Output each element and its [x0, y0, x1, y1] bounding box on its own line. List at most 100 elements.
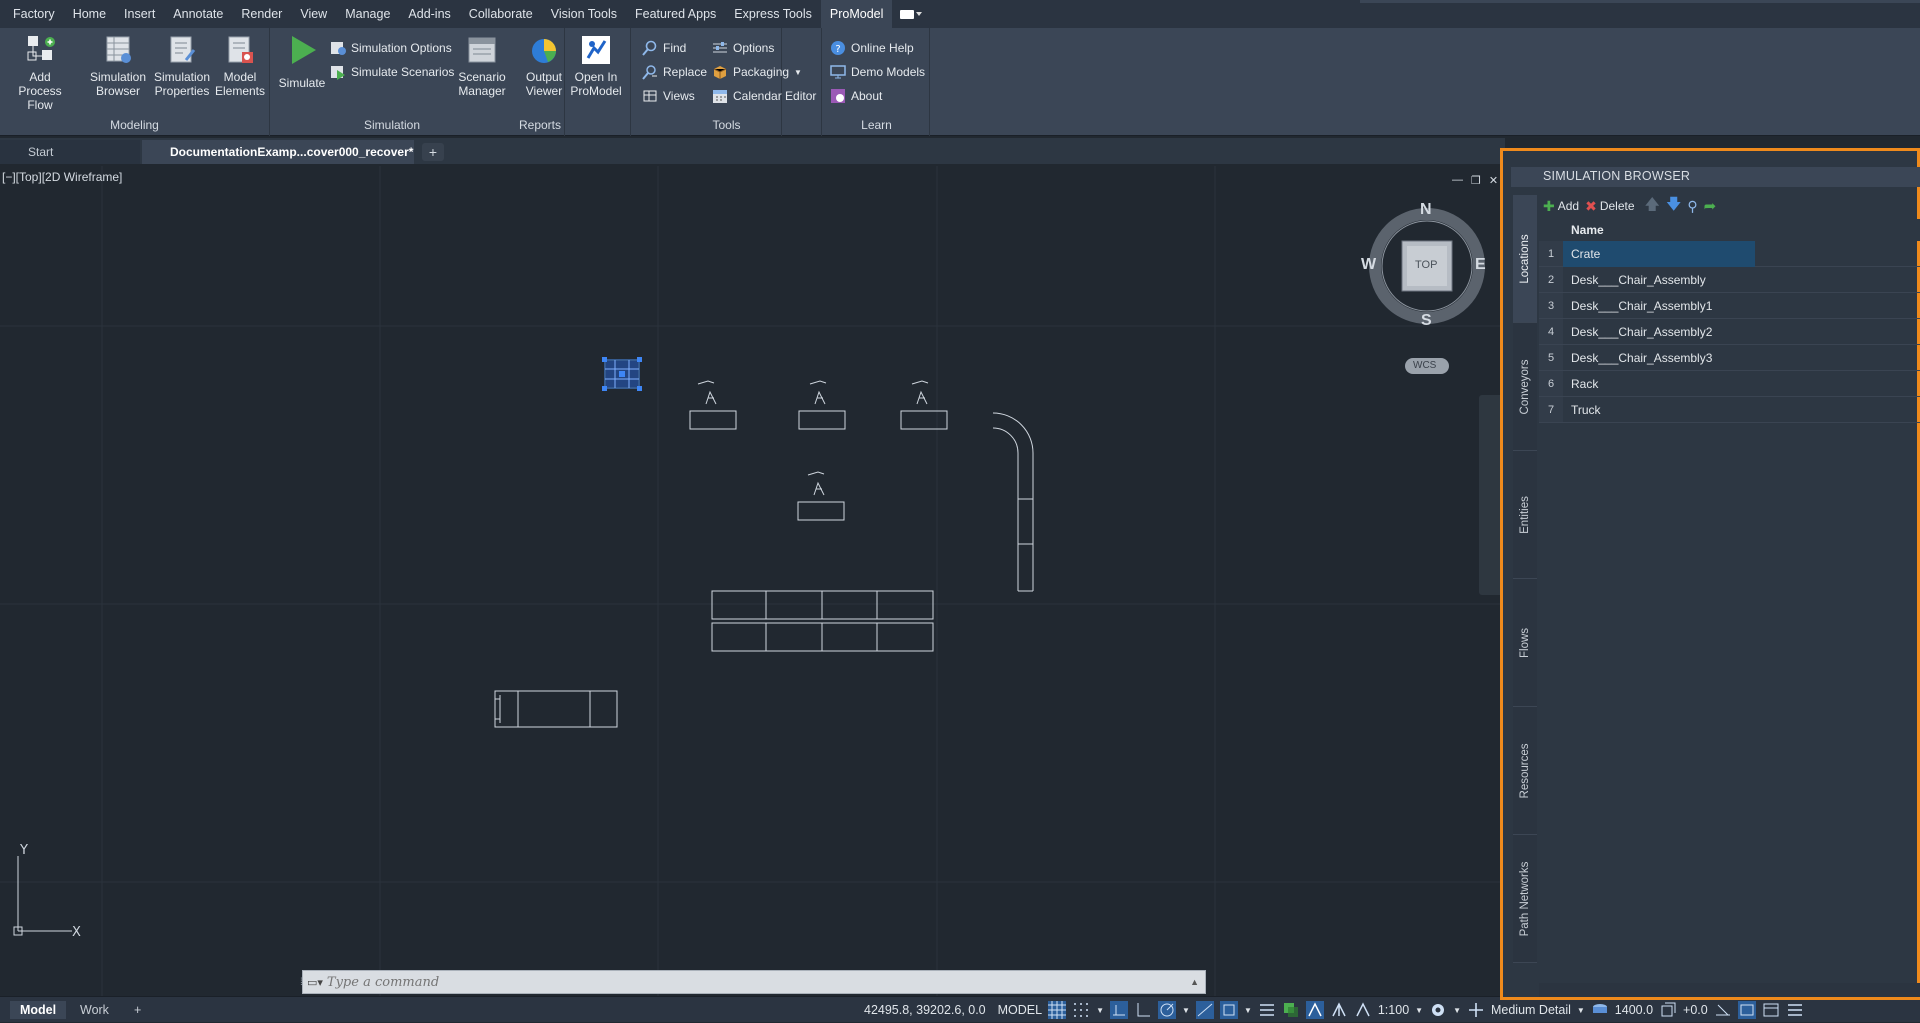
- tab-featured-apps[interactable]: Featured Apps: [626, 0, 725, 28]
- infer-constraints-icon[interactable]: [1110, 1001, 1129, 1019]
- annotation-scale-icon[interactable]: [1354, 1001, 1372, 1019]
- viewcube-top-face[interactable]: TOP: [1415, 259, 1437, 271]
- tab-start[interactable]: Start: [0, 140, 140, 164]
- offset-icon[interactable]: [1659, 1001, 1677, 1019]
- tab-render[interactable]: Render: [232, 0, 291, 28]
- table-row[interactable]: 6 Rack: [1539, 371, 1920, 397]
- grid-icon[interactable]: [1048, 1001, 1067, 1019]
- viewport-controls-label[interactable]: [−][Top][2D Wireframe]: [2, 170, 122, 184]
- open-in-promodel-button[interactable]: Open In ProModel: [566, 34, 626, 98]
- tab-add-ins[interactable]: Add-ins: [399, 0, 459, 28]
- column-header-name[interactable]: Name: [1539, 219, 1920, 241]
- tab-work[interactable]: Work: [70, 1001, 119, 1019]
- ortho-icon[interactable]: [1134, 1001, 1152, 1019]
- simulate-button[interactable]: Simulate: [274, 34, 330, 90]
- wcs-dropdown[interactable]: WCS: [1405, 358, 1449, 374]
- about-button[interactable]: About: [830, 88, 882, 104]
- compass-south[interactable]: S: [1421, 312, 1432, 330]
- compass-west[interactable]: W: [1361, 256, 1376, 274]
- command-prompt-icon[interactable]: ▭▾: [307, 976, 323, 989]
- tab-view[interactable]: View: [291, 0, 336, 28]
- horizontal-scrollbar[interactable]: [1539, 983, 1920, 997]
- offset-value[interactable]: +0.0: [1683, 1003, 1708, 1017]
- compass-east[interactable]: E: [1475, 256, 1486, 274]
- tab-express-tools[interactable]: Express Tools: [725, 0, 821, 28]
- tab-resources[interactable]: Resources: [1513, 707, 1537, 835]
- chevron-up-icon[interactable]: ▲: [1190, 977, 1199, 987]
- online-help-button[interactable]: ? Online Help: [830, 40, 914, 56]
- tab-insert[interactable]: Insert: [115, 0, 164, 28]
- lineweight-icon[interactable]: [1258, 1001, 1276, 1019]
- isolate-icon[interactable]: [1714, 1001, 1732, 1019]
- find-button[interactable]: Find: [642, 40, 686, 56]
- chevron-down-icon[interactable]: ▼: [1577, 1006, 1585, 1015]
- scenario-manager-button[interactable]: Scenario Manager: [450, 34, 514, 98]
- command-input[interactable]: [322, 974, 1191, 990]
- restore-icon[interactable]: ❐: [1471, 174, 1481, 187]
- calendar-editor-button[interactable]: Calendar Editor: [712, 88, 816, 104]
- command-line[interactable]: ▭▾ ▲: [302, 970, 1206, 994]
- table-row[interactable]: 1 Crate: [1539, 241, 1920, 267]
- move-down-icon[interactable]: 🡇: [1666, 194, 1681, 219]
- hardware-acceleration-icon[interactable]: [1737, 1001, 1756, 1019]
- navigation-bar[interactable]: [1479, 395, 1501, 595]
- detail-level-dropdown[interactable]: Medium Detail: [1491, 1003, 1571, 1017]
- replace-button[interactable]: Replace: [642, 64, 707, 80]
- plus-icon[interactable]: [1467, 1001, 1485, 1019]
- move-up-icon[interactable]: 🡅: [1645, 194, 1660, 219]
- add-layout-button[interactable]: +: [124, 1001, 151, 1019]
- elevation-icon[interactable]: [1591, 1001, 1609, 1019]
- simulation-browser-button[interactable]: Simulation Browser: [86, 34, 150, 98]
- snap-icon[interactable]: [1072, 1001, 1090, 1019]
- tab-locations[interactable]: Locations: [1513, 195, 1537, 323]
- chevron-down-icon[interactable]: ▼: [1453, 1006, 1461, 1015]
- tab-collaborate[interactable]: Collaborate: [460, 0, 542, 28]
- menu-icon[interactable]: [1786, 1001, 1804, 1019]
- table-row[interactable]: 3 Desk___Chair_Assembly1: [1539, 293, 1920, 319]
- gear-icon[interactable]: [1429, 1001, 1447, 1019]
- simulation-options-button[interactable]: Simulation Options: [330, 40, 452, 56]
- transparency-icon[interactable]: [1282, 1001, 1300, 1019]
- compass-north[interactable]: N: [1420, 201, 1432, 219]
- isodraft-icon[interactable]: [1195, 1001, 1214, 1019]
- ribbon-display-toggle[interactable]: [900, 7, 926, 21]
- chevron-down-icon[interactable]: ▼: [1096, 1006, 1104, 1015]
- tab-promodel[interactable]: ProModel: [820, 0, 893, 28]
- clean-screen-icon[interactable]: [1762, 1001, 1780, 1019]
- packaging-dropdown[interactable]: Packaging ▼: [712, 64, 802, 80]
- tab-conveyors[interactable]: Conveyors: [1513, 323, 1537, 451]
- tab-vision-tools[interactable]: Vision Tools: [542, 0, 626, 28]
- options-button[interactable]: Options: [712, 40, 774, 56]
- elevation-value[interactable]: 1400.0: [1615, 1003, 1653, 1017]
- auto-scale-icon[interactable]: [1330, 1001, 1348, 1019]
- table-row[interactable]: 4 Desk___Chair_Assembly2: [1539, 319, 1920, 345]
- tab-active-document[interactable]: DocumentationExamp...cover000_recover* ✕: [142, 140, 435, 164]
- annotation-visibility-icon[interactable]: [1305, 1001, 1324, 1019]
- add-button[interactable]: ✚ Add: [1543, 198, 1579, 215]
- object-snap-icon[interactable]: [1219, 1001, 1238, 1019]
- coordinates-readout[interactable]: 42495.8, 39202.6, 0.0: [864, 1003, 986, 1017]
- find-user-icon[interactable]: ⚲: [1687, 198, 1697, 215]
- tab-flows[interactable]: Flows: [1513, 579, 1537, 707]
- table-row[interactable]: 7 Truck: [1539, 397, 1920, 423]
- tab-annotate[interactable]: Annotate: [164, 0, 232, 28]
- tab-path-networks[interactable]: Path Networks: [1513, 835, 1537, 963]
- delete-button[interactable]: ✖ Delete: [1585, 198, 1634, 215]
- new-tab-button[interactable]: +: [422, 143, 444, 161]
- share-arrow-icon[interactable]: ➦: [1704, 197, 1717, 215]
- annotation-scale-value[interactable]: 1:100: [1378, 1003, 1409, 1017]
- viewcube[interactable]: N S E W TOP: [1361, 201, 1487, 329]
- table-row[interactable]: 2 Desk___Chair_Assembly: [1539, 267, 1920, 293]
- output-viewer-button[interactable]: Output Viewer: [518, 34, 570, 98]
- chevron-down-icon[interactable]: ▼: [1182, 1006, 1190, 1015]
- tab-factory[interactable]: Factory: [4, 0, 64, 28]
- add-process-flow-button[interactable]: Add Process Flow: [4, 34, 76, 112]
- views-button[interactable]: Views: [642, 88, 695, 104]
- tab-manage[interactable]: Manage: [336, 0, 399, 28]
- minimize-icon[interactable]: —: [1452, 174, 1463, 187]
- drawing-viewport[interactable]: Y X [−][Top][2D Wireframe] — ❐ ✕ N S E W…: [0, 166, 1500, 996]
- chevron-down-icon[interactable]: ▼: [1415, 1006, 1423, 1015]
- model-elements-button[interactable]: Model Elements: [212, 34, 268, 98]
- tab-home[interactable]: Home: [64, 0, 115, 28]
- model-space-toggle[interactable]: MODEL: [998, 1003, 1042, 1017]
